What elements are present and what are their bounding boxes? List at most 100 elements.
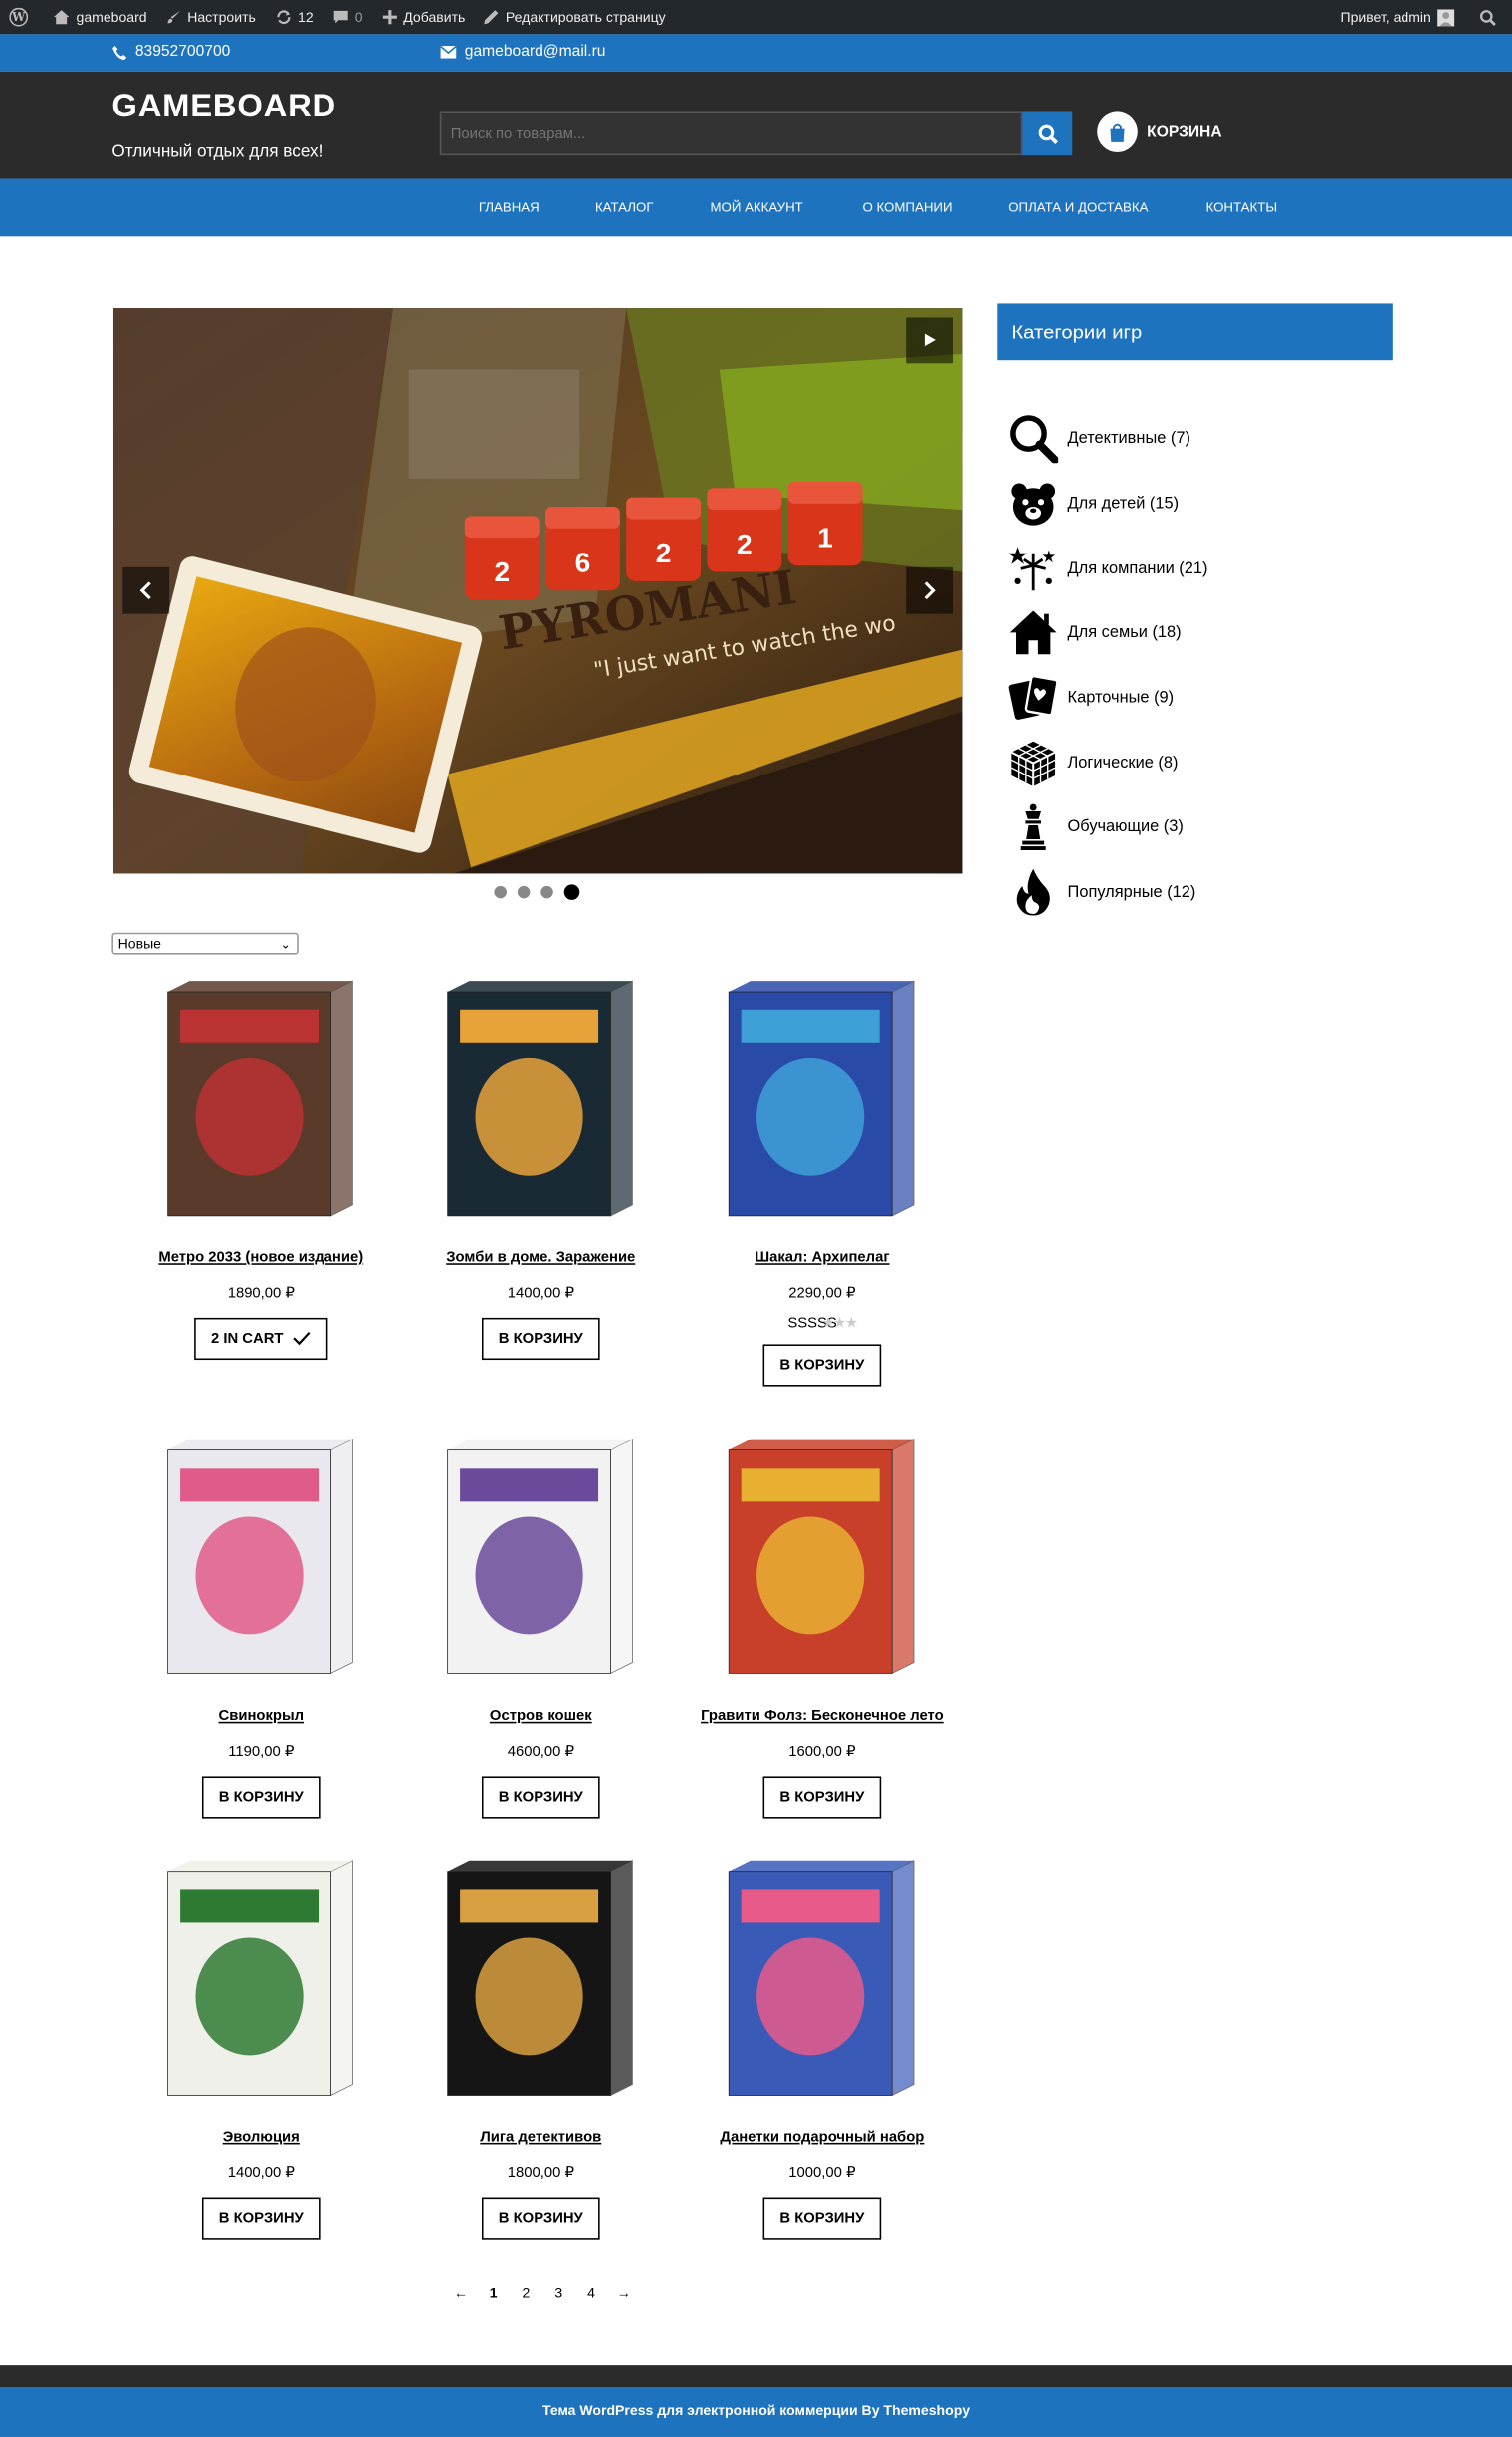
slider-play-button[interactable] bbox=[906, 317, 954, 364]
category-cards[interactable]: Карточные (9) bbox=[1007, 671, 1174, 724]
category-family[interactable]: Для семьи (18) bbox=[1007, 606, 1182, 659]
die-2: 6 bbox=[575, 548, 591, 578]
product-image[interactable] bbox=[706, 1433, 939, 1698]
nav-item-contacts[interactable]: КОНТАКТЫ bbox=[1205, 179, 1277, 237]
nav-item-about[interactable]: О КОМПАНИИ bbox=[862, 179, 952, 237]
product-title[interactable]: Шакал: Архипелаг bbox=[682, 1249, 962, 1266]
cart-link[interactable]: КОРЗИНА bbox=[1097, 111, 1222, 152]
wordpress-logo-icon[interactable]: W bbox=[0, 0, 44, 34]
product-card[interactable]: Остров кошек 4600,00 ₽ В КОРЗИНУ bbox=[401, 1433, 681, 1819]
slider-next-button[interactable] bbox=[906, 566, 954, 614]
add-to-cart-button[interactable]: В КОРЗИНУ bbox=[762, 1776, 882, 1819]
cards-icon bbox=[1007, 671, 1060, 724]
pagination-page-4[interactable]: 4 bbox=[575, 2285, 608, 2301]
product-image[interactable] bbox=[424, 1855, 657, 2120]
checkmark-icon bbox=[293, 1332, 311, 1346]
product-image[interactable] bbox=[706, 975, 939, 1240]
product-card[interactable]: Данетки подарочный набор 1000,00 ₽ В КОРЗИ… bbox=[682, 1855, 962, 2240]
cube-icon bbox=[1007, 737, 1060, 789]
pagination: ← 1 2 3 4 → bbox=[445, 2285, 641, 2301]
phone-contact[interactable]: 83952700700 bbox=[111, 44, 230, 61]
footer-credit[interactable]: Тема WordPress для электронной коммерции… bbox=[542, 2403, 970, 2419]
slider-dot-2[interactable] bbox=[517, 885, 531, 899]
category-detective[interactable]: Детективные (7) bbox=[1007, 412, 1190, 465]
sort-select[interactable]: Новые ⌄ bbox=[111, 932, 299, 955]
product-image[interactable] bbox=[144, 1433, 377, 1698]
add-to-cart-button[interactable]: В КОРЗИНУ bbox=[762, 1344, 882, 1387]
nav-item-payment-delivery[interactable]: ОПЛАТА И ДОСТАВКА bbox=[1008, 179, 1148, 237]
admin-comments-link[interactable]: 0 bbox=[323, 0, 372, 34]
category-kids[interactable]: Для детей (15) bbox=[1007, 477, 1179, 530]
product-price: 1000,00 ₽ bbox=[788, 2164, 856, 2182]
pagination-prev[interactable]: ← bbox=[445, 2285, 478, 2301]
category-educational[interactable]: Обучающие (3) bbox=[1007, 800, 1184, 853]
admin-edit-page-link[interactable]: Редактировать страницу bbox=[475, 0, 675, 34]
admin-edit-page-label: Редактировать страницу bbox=[505, 9, 666, 25]
email-contact[interactable]: gameboard@mail.ru bbox=[440, 44, 605, 61]
site-footer: Тема WordPress для электронной коммерции… bbox=[0, 2387, 1512, 2437]
admin-add-new-label: Добавить bbox=[403, 9, 466, 25]
category-logic[interactable]: Логические (8) bbox=[1007, 737, 1178, 789]
admin-search-icon[interactable] bbox=[1470, 0, 1512, 34]
category-party[interactable]: Для компании (21) bbox=[1007, 543, 1207, 595]
product-title[interactable]: Гравити Фолз: Бесконечное лето bbox=[682, 1708, 962, 1725]
button-label: В КОРЗИНУ bbox=[779, 1356, 865, 1375]
add-to-cart-button[interactable]: В КОРЗИНУ bbox=[481, 1776, 600, 1819]
product-image[interactable] bbox=[424, 1433, 657, 1698]
admin-add-new-link[interactable]: Добавить bbox=[372, 0, 475, 34]
site-logo[interactable]: GAMEBOARD bbox=[111, 89, 336, 125]
product-card[interactable]: Зомби в доме. Заражение 1400,00 ₽ В КОРЗИН… bbox=[401, 975, 681, 1361]
product-card[interactable]: Метро 2033 (новое издание) 1890,00 ₽ 2 IN … bbox=[121, 975, 401, 1361]
sort-selected-value: Новые bbox=[117, 935, 161, 952]
product-title[interactable]: Данетки подарочный набор bbox=[682, 2129, 962, 2146]
product-card[interactable]: Эволюция 1400,00 ₽ В КОРЗИНУ bbox=[121, 1855, 401, 2240]
add-to-cart-button[interactable]: В КОРЗИНУ bbox=[201, 1776, 321, 1819]
search-input[interactable] bbox=[439, 111, 1023, 156]
product-card[interactable]: Шакал: Архипелаг 2290,00 ₽ SSSSS ★★★ В КОРЗИ… bbox=[682, 975, 962, 1387]
product-title[interactable]: Остров кошек bbox=[401, 1708, 681, 1725]
nav-item-account[interactable]: МОЙ АККАУНТ bbox=[710, 179, 802, 237]
category-label: Карточные (9) bbox=[1067, 688, 1175, 708]
admin-customize-link[interactable]: Настроить bbox=[156, 0, 265, 34]
product-card[interactable]: Гравити Фолз: Бесконечное лето 1600,00 ₽ В… bbox=[682, 1433, 962, 1819]
add-to-cart-button[interactable]: В КОРЗИНУ bbox=[481, 1317, 600, 1361]
slider-dot-4[interactable] bbox=[563, 884, 580, 900]
admin-site-label: gameboard bbox=[76, 9, 147, 25]
pagination-next[interactable]: → bbox=[607, 2285, 640, 2301]
product-title[interactable]: Метро 2033 (новое издание) bbox=[121, 1249, 401, 1266]
product-rating: SSSSS ★★★ bbox=[682, 1315, 962, 1332]
pagination-page-3[interactable]: 3 bbox=[542, 2285, 575, 2301]
admin-updates-link[interactable]: 12 bbox=[265, 0, 323, 34]
product-title[interactable]: Лига детективов bbox=[401, 2129, 681, 2146]
category-popular[interactable]: Популярные (12) bbox=[1007, 866, 1195, 919]
admin-account-menu[interactable]: Привет, admin bbox=[1331, 0, 1470, 34]
nav-item-home[interactable]: ГЛАВНАЯ bbox=[479, 179, 540, 237]
product-card[interactable]: Свинокрыл 1190,00 ₽ В КОРЗИНУ bbox=[121, 1433, 401, 1819]
admin-site-link[interactable]: gameboard bbox=[44, 0, 156, 34]
slider-dot-3[interactable] bbox=[540, 885, 553, 899]
product-title[interactable]: Эволюция bbox=[121, 2129, 401, 2146]
product-image[interactable] bbox=[144, 975, 377, 1240]
add-to-cart-button[interactable]: В КОРЗИНУ bbox=[201, 2197, 321, 2240]
footer-widgets bbox=[0, 2365, 1512, 2388]
button-label: 2 IN CART bbox=[210, 1330, 284, 1348]
admin-comments-count: 0 bbox=[354, 9, 363, 25]
nav-item-catalog[interactable]: КАТАЛОГ bbox=[595, 179, 654, 237]
product-title[interactable]: Зомби в доме. Заражение bbox=[401, 1249, 681, 1266]
product-image[interactable] bbox=[144, 1855, 377, 2120]
fireworks-icon bbox=[1007, 543, 1060, 595]
category-label: Для семьи (18) bbox=[1067, 623, 1182, 642]
search-button[interactable] bbox=[1022, 111, 1073, 156]
add-to-cart-button[interactable]: В КОРЗИНУ bbox=[762, 2197, 882, 2240]
admin-greeting: Привет, admin bbox=[1340, 9, 1431, 25]
pagination-page-2[interactable]: 2 bbox=[510, 2285, 542, 2301]
add-to-cart-button[interactable]: В КОРЗИНУ bbox=[481, 2197, 600, 2240]
product-title[interactable]: Свинокрыл bbox=[121, 1708, 401, 1725]
button-label: В КОРЗИНУ bbox=[779, 1788, 865, 1807]
product-card[interactable]: Лига детективов 1800,00 ₽ В КОРЗИНУ bbox=[401, 1855, 681, 2240]
product-image[interactable] bbox=[706, 1855, 939, 2120]
product-image[interactable] bbox=[424, 975, 657, 1240]
in-cart-button[interactable]: 2 IN CART bbox=[193, 1317, 328, 1361]
slider-prev-button[interactable] bbox=[122, 566, 170, 614]
slider-dot-1[interactable] bbox=[494, 885, 507, 899]
